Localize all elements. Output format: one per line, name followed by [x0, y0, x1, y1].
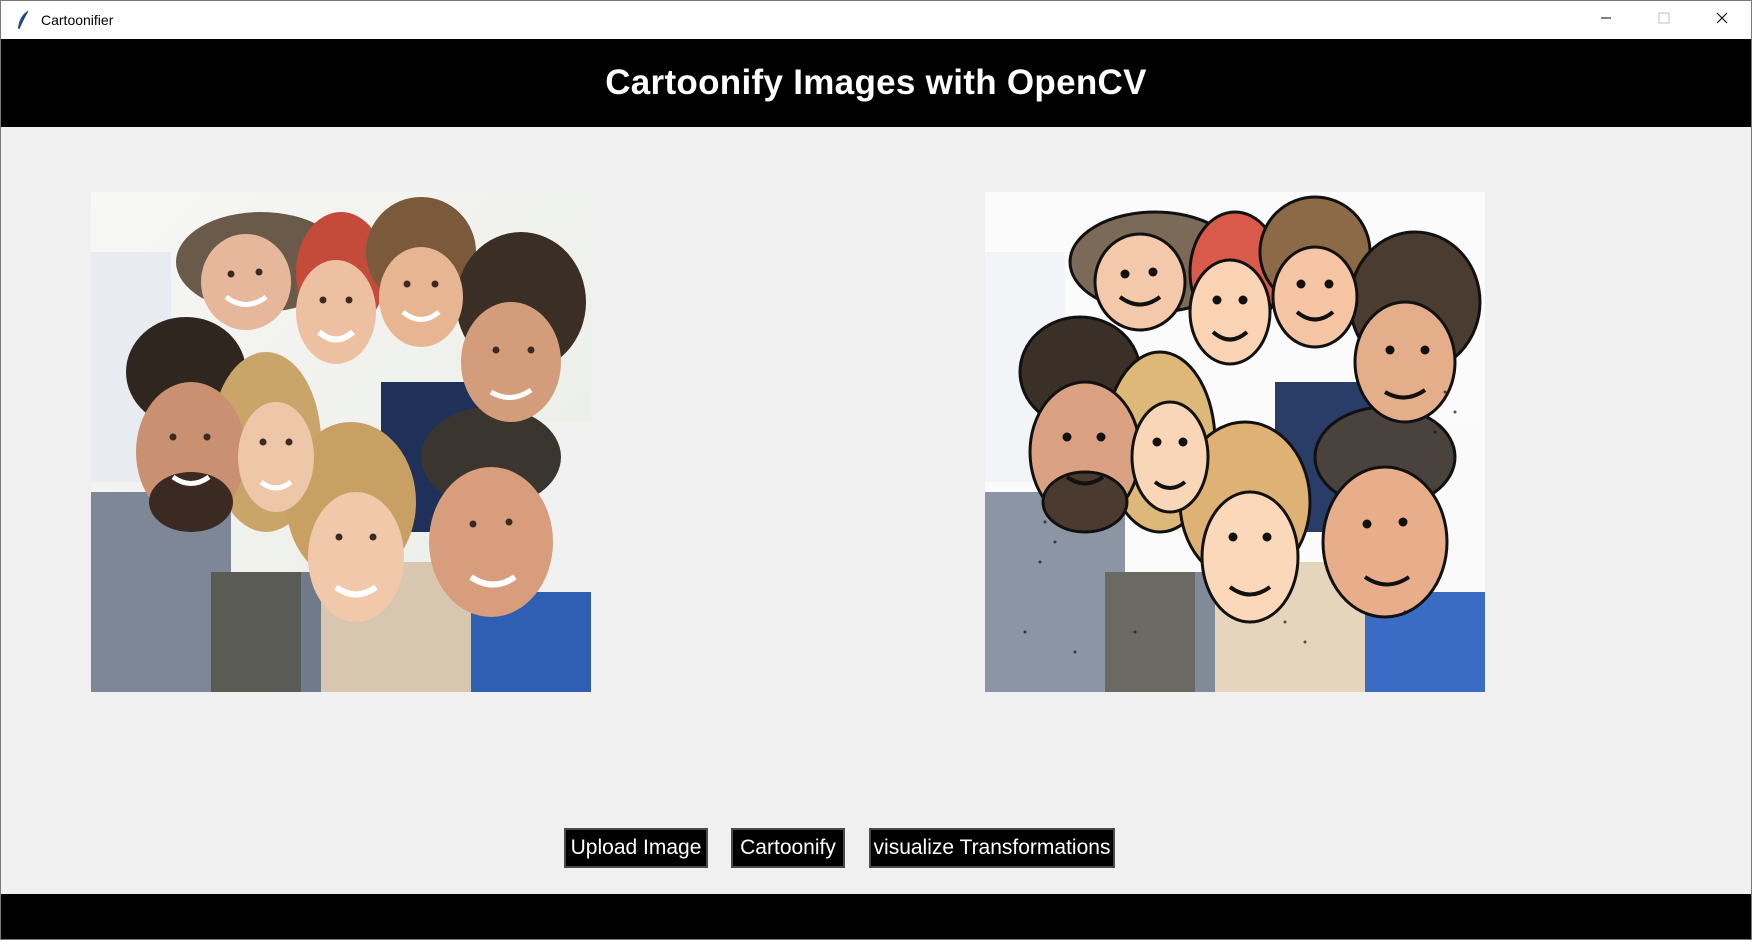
- window-title: Cartoonifier: [41, 12, 114, 28]
- minimize-button[interactable]: [1577, 1, 1635, 39]
- app-window: Cartoonifier Cartoonify Images with Open…: [0, 0, 1752, 940]
- minimize-icon: [1600, 11, 1612, 29]
- feather-icon: [13, 10, 33, 30]
- window-controls: [1577, 1, 1751, 39]
- upload-image-button[interactable]: Upload Image: [564, 828, 708, 868]
- cartoonified-image: [985, 192, 1485, 692]
- title-bar[interactable]: Cartoonifier: [1, 1, 1751, 39]
- cartoonified-photo: [985, 192, 1485, 692]
- original-image: [91, 192, 591, 692]
- close-button[interactable]: [1693, 1, 1751, 39]
- header-banner: Cartoonify Images with OpenCV: [1, 39, 1751, 127]
- cartoonify-button[interactable]: Cartoonify: [731, 828, 845, 868]
- original-photo: [91, 192, 591, 692]
- visualize-transformations-button[interactable]: visualize Transformations: [869, 828, 1115, 868]
- close-icon: [1716, 11, 1728, 29]
- maximize-icon: [1658, 11, 1670, 29]
- maximize-button[interactable]: [1635, 1, 1693, 39]
- footer-bar: [1, 894, 1751, 939]
- page-title: Cartoonify Images with OpenCV: [605, 63, 1147, 102]
